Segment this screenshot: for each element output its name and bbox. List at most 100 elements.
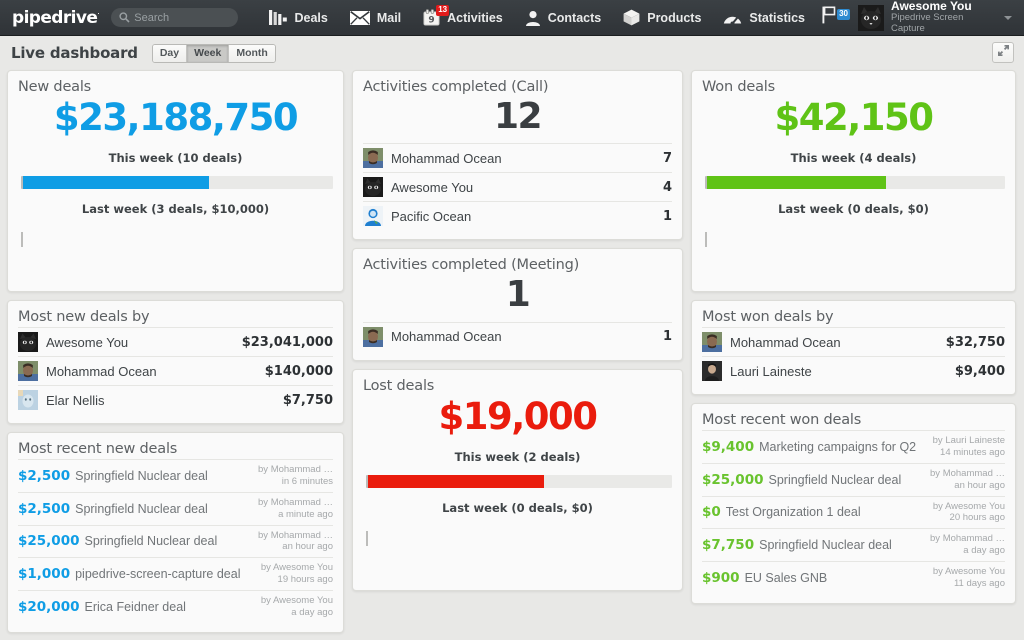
person-icon bbox=[525, 10, 541, 26]
top-navigation-bar: pipedrive· Deals Mail bbox=[0, 0, 1024, 36]
deal-time: an hour ago bbox=[282, 541, 333, 553]
flag-badge-count: 30 bbox=[837, 9, 851, 20]
search-box[interactable] bbox=[111, 8, 239, 27]
table-row[interactable]: Lauri Laineste $9,400 bbox=[702, 356, 1005, 385]
progress-fill bbox=[707, 176, 886, 190]
nav-label-contacts: Contacts bbox=[547, 10, 602, 25]
deal-author: by Awesome You bbox=[932, 566, 1005, 577]
range-option-month[interactable]: Month bbox=[229, 44, 275, 62]
nav-item-contacts[interactable]: Contacts bbox=[514, 0, 612, 36]
dark-avatar bbox=[702, 361, 722, 381]
dashboard-column-left: New deals $23,188,750 This week (10 deal… bbox=[7, 70, 344, 640]
list-item[interactable]: $1,000 pipedrive-screen-capture deal by … bbox=[18, 557, 333, 590]
list-item[interactable]: $2,500 Springfield Nuclear deal by Moham… bbox=[18, 491, 333, 525]
lost-deals-last-period: Last week (0 deals, $0) bbox=[442, 501, 593, 516]
expand-dashboard-button[interactable] bbox=[992, 42, 1014, 63]
man-avatar bbox=[18, 361, 38, 381]
calendar-icon: 9 13 bbox=[423, 5, 450, 26]
cat-avatar bbox=[363, 177, 383, 198]
man-avatar bbox=[363, 148, 383, 169]
person-name: Mohammad Ocean bbox=[391, 150, 502, 166]
svg-text:9: 9 bbox=[429, 16, 435, 26]
list-item[interactable]: $900 EU Sales GNB by Awesome You 11 days… bbox=[702, 561, 1005, 594]
chevron-down-icon[interactable] bbox=[1004, 15, 1012, 20]
search-input[interactable] bbox=[134, 11, 231, 24]
list-item[interactable]: $2,500 Springfield Nuclear deal by Moham… bbox=[18, 459, 333, 492]
progress-track bbox=[705, 176, 1005, 190]
person-name: Awesome You bbox=[391, 179, 474, 195]
list-item[interactable]: $20,000 Erica Feidner deal by Awesome Yo… bbox=[18, 590, 333, 623]
dashboard-subheader: Live dashboard Day Week Month bbox=[0, 36, 1024, 70]
list-item[interactable]: $25,000 Springfield Nuclear deal by Moha… bbox=[702, 462, 1005, 496]
table-row[interactable]: Mohammad Ocean 7 bbox=[363, 143, 672, 172]
nav-item-statistics[interactable]: Statistics bbox=[712, 0, 816, 36]
nav-item-products[interactable]: Products bbox=[612, 0, 712, 36]
deal-author: by Lauri Laineste bbox=[932, 435, 1005, 446]
deal-author: by Awesome You bbox=[260, 595, 333, 606]
deal-title: Springfield Nuclear deal bbox=[768, 472, 902, 487]
table-row[interactable]: Pacific Ocean 1 bbox=[363, 201, 672, 230]
person-name: Mohammad Ocean bbox=[46, 363, 157, 379]
progress-fill bbox=[368, 475, 545, 489]
deal-meta: by Mohammad … a day ago bbox=[924, 533, 1005, 557]
progress-track bbox=[366, 475, 672, 489]
list-item[interactable]: $7,750 Springfield Nuclear deal by Moham… bbox=[702, 528, 1005, 561]
won-deals-progress bbox=[702, 176, 1005, 190]
deal-time: a day ago bbox=[963, 545, 1005, 557]
deal-time: a day ago bbox=[291, 606, 333, 618]
deals-icon bbox=[269, 10, 288, 25]
panel-most-recent-won-deals: Most recent won deals $9,400 Marketing c… bbox=[691, 403, 1016, 604]
panel-new-deals: New deals $23,188,750 This week (10 deal… bbox=[7, 70, 344, 292]
person-name: Mohammad Ocean bbox=[730, 334, 841, 350]
deal-amount: $7,750 bbox=[702, 537, 755, 554]
user-menu[interactable]: Awesome You Pipedrive Screen Capture bbox=[852, 0, 1016, 36]
person-value: 4 bbox=[662, 179, 672, 195]
blue-avatar bbox=[363, 206, 383, 227]
notifications-flag-button[interactable]: 30 bbox=[816, 6, 852, 29]
table-row[interactable]: Elar Nellis $7,750 bbox=[18, 385, 333, 414]
panel-activities-meeting: Activities completed (Meeting) 1 Mohamma… bbox=[352, 248, 683, 361]
table-row[interactable]: Awesome You $23,041,000 bbox=[18, 327, 333, 356]
person-name: Lauri Laineste bbox=[730, 363, 812, 379]
table-row[interactable]: Mohammad Ocean $32,750 bbox=[702, 327, 1005, 356]
deal-meta: by Lauri Laineste 14 minutes ago bbox=[927, 435, 1005, 459]
nav-item-mail[interactable]: Mail bbox=[339, 0, 412, 36]
panel-title: Most recent won deals bbox=[702, 412, 862, 428]
nav-item-deals[interactable]: Deals bbox=[258, 0, 338, 36]
page-title: Live dashboard bbox=[11, 44, 138, 62]
table-row[interactable]: Mohammad Ocean $140,000 bbox=[18, 356, 333, 385]
deal-meta: by Awesome You a day ago bbox=[255, 595, 333, 619]
list-item[interactable]: $0 Test Organization 1 deal by Awesome Y… bbox=[702, 495, 1005, 529]
deal-author: by Mohammad … bbox=[258, 496, 333, 508]
deal-meta: by Awesome You 19 hours ago bbox=[255, 562, 333, 586]
dashboard-column-middle: Activities completed (Call) 12 Mohammad … bbox=[352, 70, 683, 640]
activities-meeting-count: 1 bbox=[505, 274, 531, 316]
person-value: 1 bbox=[662, 208, 672, 224]
deal-title: Marketing campaigns for Q2 bbox=[759, 439, 917, 454]
nav-label-activities: Activities bbox=[447, 10, 503, 25]
deal-time: in 6 minutes bbox=[281, 475, 333, 487]
nav-label-deals: Deals bbox=[294, 10, 328, 25]
activities-call-count: 12 bbox=[493, 96, 543, 137]
person-value: 1 bbox=[662, 329, 672, 345]
panel-title: Activities completed (Call) bbox=[363, 79, 549, 95]
deal-meta: by Awesome You 11 days ago bbox=[927, 566, 1005, 590]
list-item[interactable]: $25,000 Springfield Nuclear deal by Moha… bbox=[18, 524, 333, 558]
list-item[interactable]: $9,400 Marketing campaigns for Q2 by Lau… bbox=[702, 430, 1005, 463]
table-row[interactable]: Mohammad Ocean 1 bbox=[363, 321, 672, 351]
deal-amount: $9,400 bbox=[702, 438, 755, 455]
deal-meta: by Mohammad … in 6 minutes bbox=[252, 464, 333, 488]
face-avatar bbox=[18, 390, 38, 410]
table-row[interactable]: Awesome You 4 bbox=[363, 172, 672, 201]
panel-most-won-deals-by: Most won deals by Mohammad Ocean $32,750… bbox=[691, 300, 1016, 395]
deal-author: by Mohammad … bbox=[258, 529, 333, 541]
nav-item-activities[interactable]: 9 13 Activities bbox=[412, 0, 514, 36]
pipedrive-logo[interactable]: pipedrive· bbox=[12, 8, 100, 28]
won-deals-this-period: This week (4 deals) bbox=[790, 151, 917, 166]
deal-amount: $900 bbox=[702, 569, 740, 586]
nav-label-mail: Mail bbox=[376, 10, 402, 25]
range-option-day[interactable]: Day bbox=[152, 44, 188, 62]
range-option-week[interactable]: Week bbox=[187, 44, 230, 62]
axis-tick bbox=[21, 232, 333, 248]
panel-title: Most recent new deals bbox=[18, 441, 178, 457]
